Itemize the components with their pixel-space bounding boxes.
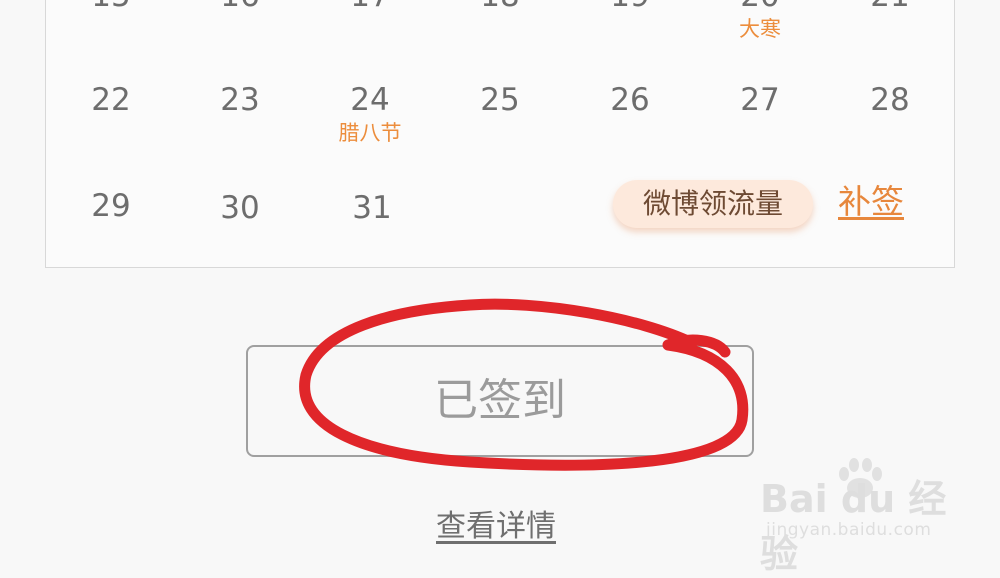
day-number: 21 xyxy=(825,0,955,16)
calendar-day[interactable]: 26 xyxy=(565,80,695,120)
day-number: 17 xyxy=(305,0,435,16)
calendar-day[interactable]: 28 xyxy=(825,80,955,120)
day-number: 31 xyxy=(352,190,392,226)
day-number: 19 xyxy=(565,0,695,16)
day-number: 24 xyxy=(350,82,390,118)
festival-label: 腊八节 xyxy=(338,121,402,145)
calendar-day[interactable]: 18 xyxy=(435,0,565,16)
signed-in-button[interactable]: 已签到 xyxy=(246,345,754,457)
makeup-checkin-link[interactable]: 补签 xyxy=(838,180,904,224)
calendar-day[interactable]: 29 xyxy=(46,186,176,226)
day-number: 29 xyxy=(91,188,131,224)
day-number: 27 xyxy=(740,82,780,118)
calendar-day[interactable]: 22 xyxy=(46,80,176,120)
calendar-day[interactable]: 15 xyxy=(46,0,176,16)
calendar-day[interactable]: 17 xyxy=(305,0,435,16)
festival-label: 大寒 xyxy=(739,17,781,41)
day-number: 18 xyxy=(435,0,565,16)
calendar-day[interactable]: 27 xyxy=(695,80,825,120)
calendar-day[interactable]: 30 xyxy=(175,188,305,228)
day-number: 20 xyxy=(695,0,825,16)
baidu-jingyan-watermark: Bai du 经验 jingyan.baidu.com xyxy=(760,458,960,576)
calendar-day[interactable]: 23 xyxy=(175,80,305,120)
day-number: 28 xyxy=(870,82,910,118)
day-number: 16 xyxy=(175,0,305,16)
calendar-day[interactable]: 20 大寒 xyxy=(695,0,825,42)
calendar-grid: 15 16 17 18 19 20 大寒 21 22 23 24 腊八节 25 … xyxy=(45,0,955,268)
calendar-day[interactable]: 21 xyxy=(825,0,955,16)
weibo-traffic-button[interactable]: 微博领流量 xyxy=(613,180,813,228)
day-number: 30 xyxy=(220,190,260,226)
calendar-day[interactable]: 31 xyxy=(307,188,437,228)
calendar-day[interactable]: 25 xyxy=(435,80,565,120)
calendar-day[interactable]: 24 腊八节 xyxy=(305,80,435,146)
calendar-day[interactable]: 16 xyxy=(175,0,305,16)
day-number: 23 xyxy=(220,82,260,118)
day-number: 25 xyxy=(480,82,520,118)
view-details-link[interactable]: 查看详情 xyxy=(436,506,556,548)
day-number: 26 xyxy=(610,82,650,118)
day-number: 15 xyxy=(46,0,176,16)
watermark-url: jingyan.baidu.com xyxy=(766,520,932,540)
calendar-day[interactable]: 19 xyxy=(565,0,695,16)
day-number: 22 xyxy=(91,82,131,118)
